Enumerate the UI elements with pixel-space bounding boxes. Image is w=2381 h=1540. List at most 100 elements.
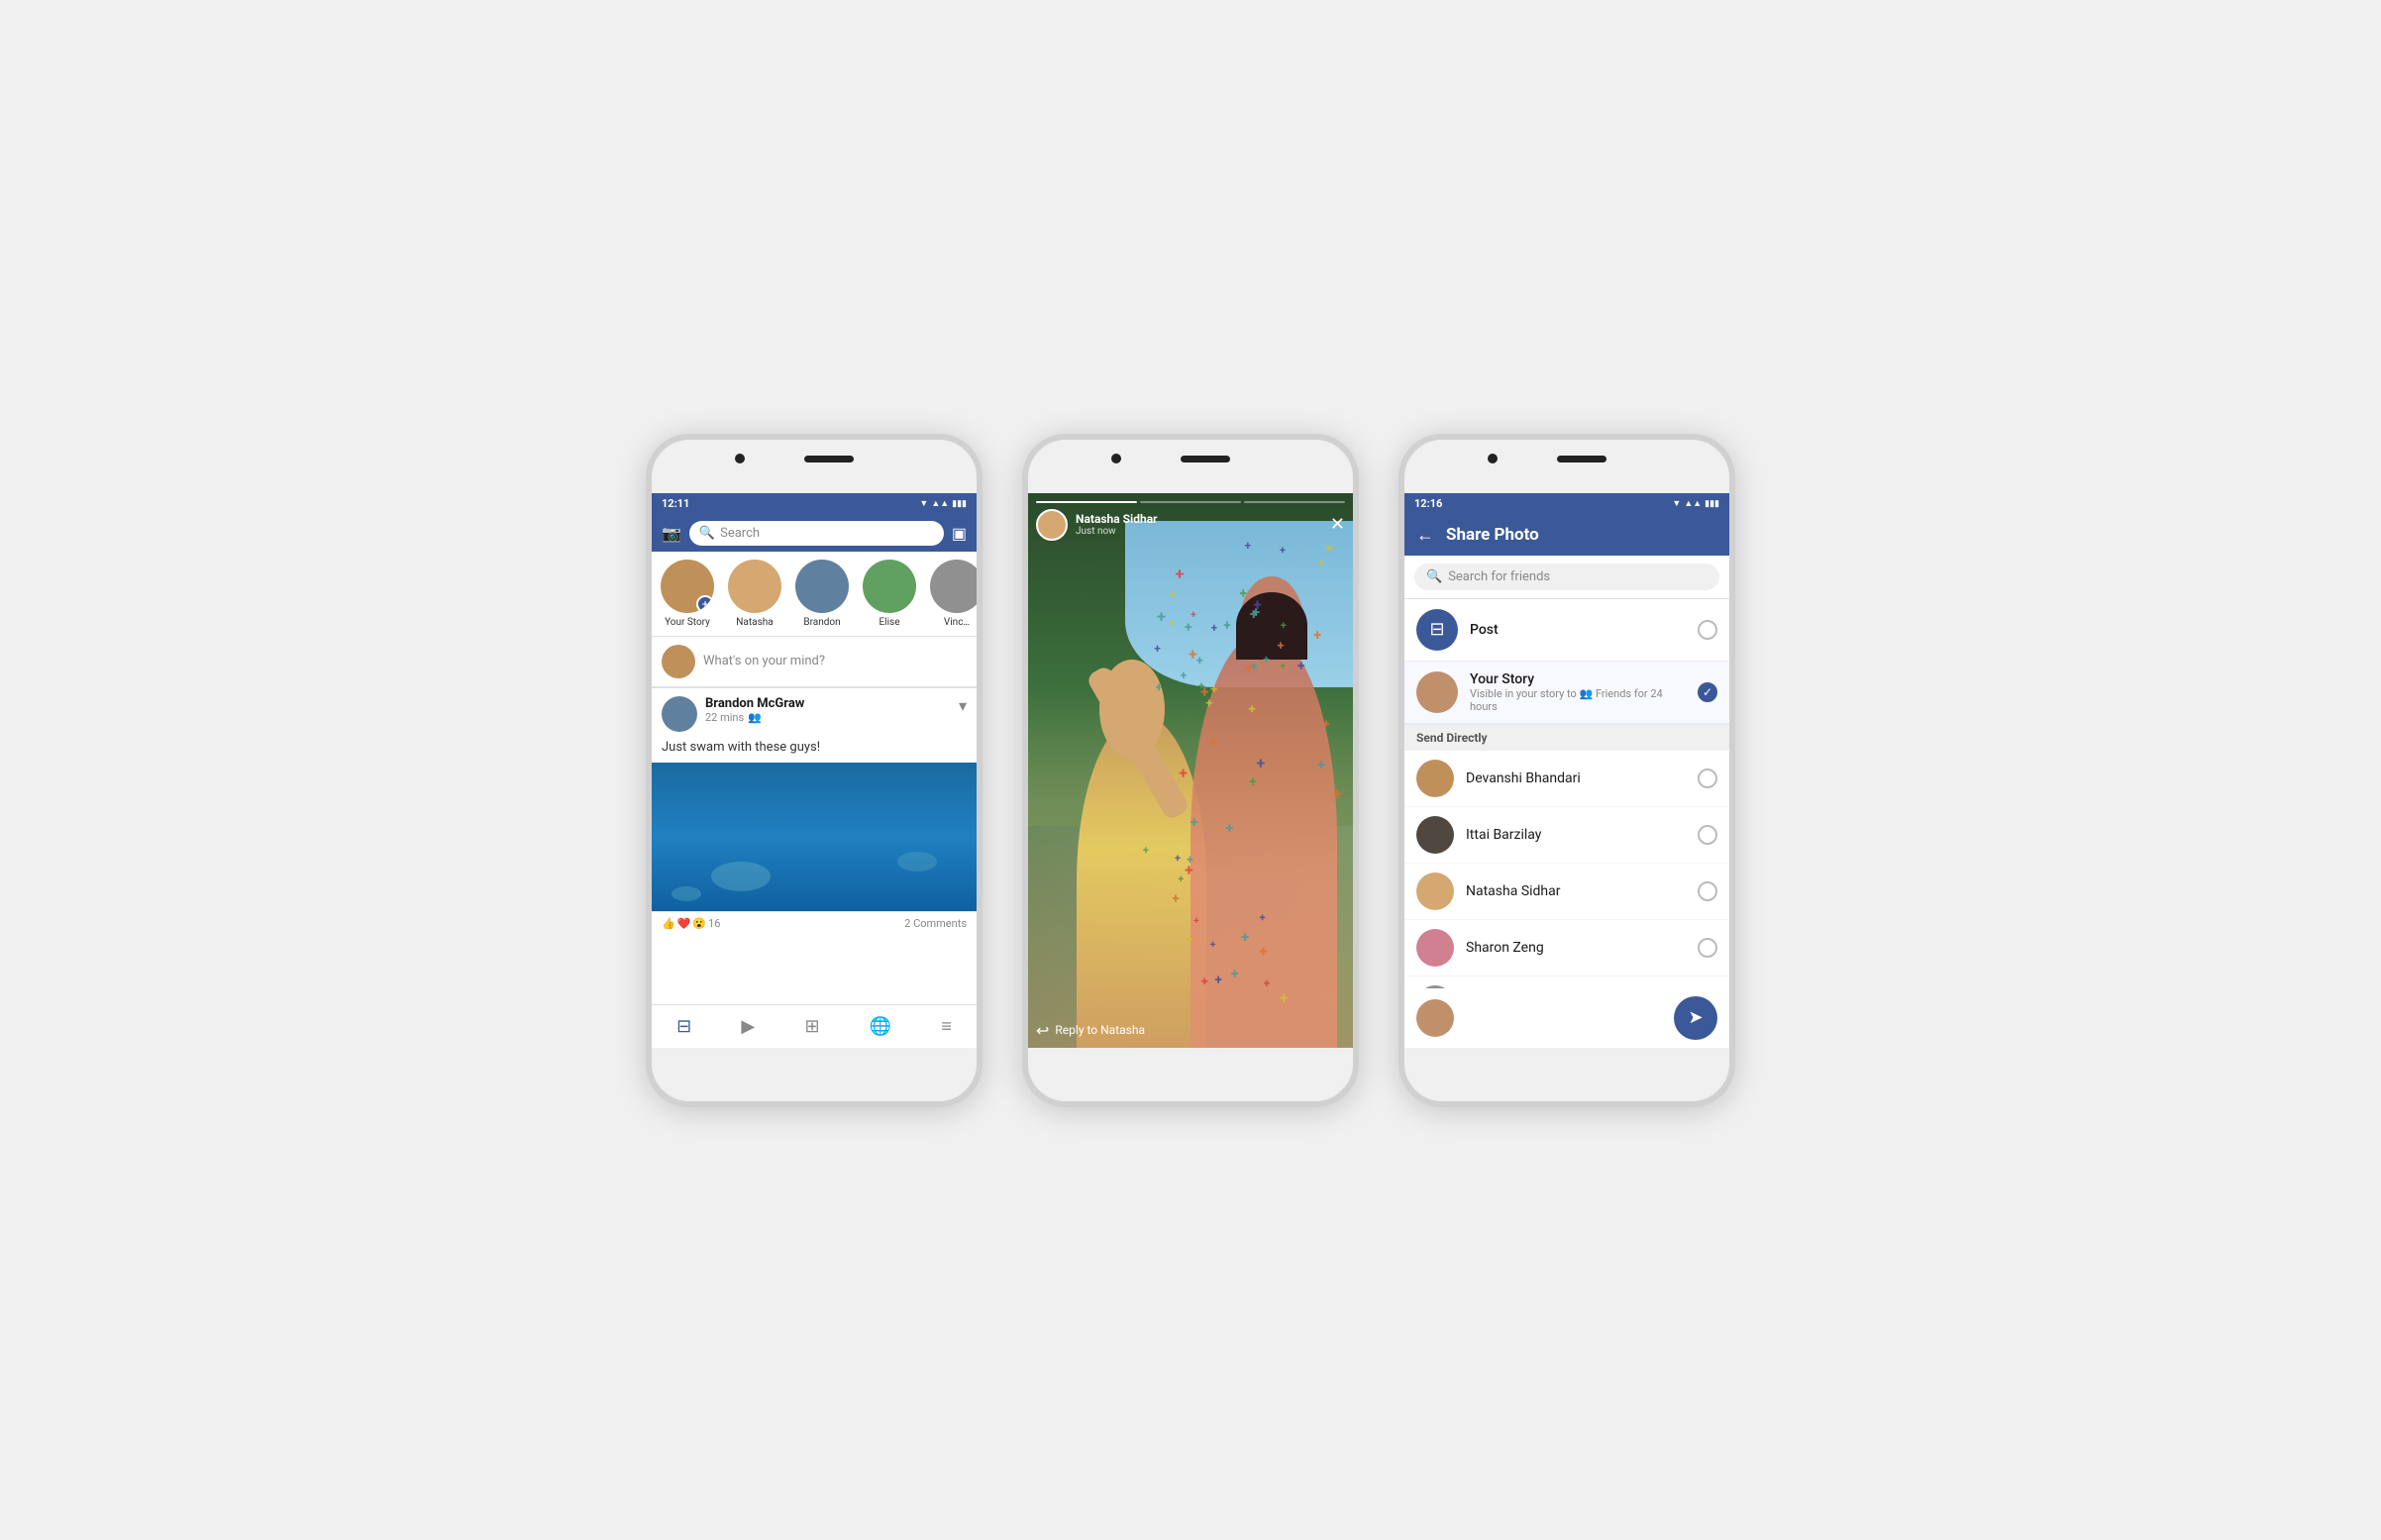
post-audience-icon: 👥 [748,711,762,724]
signal-icon: ▼ [919,498,928,509]
messenger-icon[interactable]: ▣ [952,524,967,543]
sender-avatar [1416,999,1454,1037]
friend-name-2: Natasha Sidhar [1466,883,1686,899]
story-reply-bar[interactable]: ↩ Reply to Natasha [1036,1021,1345,1040]
screen-3: 12:16 ▼ ▲▲ ▮▮▮ ← Share Photo 🔍 Search fo… [1404,493,1729,1048]
friend-radio-3[interactable] [1698,938,1717,958]
story-option-sub: Visible in your story to 👥 Friends for 2… [1470,687,1686,713]
post-author-name: Brandon McGraw [705,696,804,711]
friend-item-2[interactable]: Natasha Sidhar [1404,864,1729,920]
story-item-4[interactable]: Vinc… [927,560,977,628]
post-more-icon[interactable]: ▾ [959,696,967,715]
status-time-1: 12:11 [662,497,689,510]
reaction-count: 16 [708,917,720,930]
share-header: ← Share Photo [1404,515,1729,556]
friend-avatar-0 [1416,760,1454,797]
wom-avatar [662,645,695,678]
fish-shape-1 [711,862,771,891]
like-icon: 👍 [662,917,675,930]
post-radio[interactable] [1698,620,1717,640]
post-reactions: 👍 ❤️ 😮 16 2 Comments [652,911,977,935]
friend-avatar-1 [1416,816,1454,854]
share-option-story[interactable]: Your Story Visible in your story to 👥 Fr… [1404,662,1729,725]
phone-share: 12:16 ▼ ▲▲ ▮▮▮ ← Share Photo 🔍 Search fo… [1398,434,1735,1107]
person2-body [1190,632,1337,1048]
nav-home-icon[interactable]: ⊟ [676,1016,691,1037]
friend-radio-1[interactable] [1698,825,1717,845]
bottom-nav-1: ⊟ ▶ ⊞ 🌐 ≡ [652,1004,977,1048]
story-name-4: Vinc… [944,617,970,628]
post-header: Brandon McGraw 22 mins 👥 ▾ [652,688,977,740]
story-user-time: Just now [1076,526,1158,537]
status-icons-1: ▼ ▲▲ ▮▮▮ [919,498,967,509]
status-bar-3: 12:16 ▼ ▲▲ ▮▮▮ [1404,493,1729,515]
friend-avatar-2 [1416,873,1454,910]
nav-menu-icon[interactable]: ≡ [941,1016,952,1037]
share-option-post[interactable]: ⊟ Post [1404,599,1729,662]
share-bottom: ➤ [1404,988,1729,1048]
phone-bottom-1 [652,1048,977,1101]
progress-3 [1244,501,1345,503]
friend-item-1[interactable]: Ittai Barzilay [1404,807,1729,864]
wifi-icon-3: ▲▲ [1684,498,1702,509]
person2-hair [1236,592,1307,659]
story-viewer: ++++++++++++++++++++++++++++++++++++++++… [1028,493,1353,1048]
phone-top-2 [1028,440,1353,493]
post-author-avatar [662,696,697,732]
status-time-3: 12:16 [1414,497,1442,510]
story-avatar-1 [728,560,781,613]
story-user-avatar [1036,509,1068,541]
speaker-3 [1557,456,1606,462]
post-card: Brandon McGraw 22 mins 👥 ▾ Just swam wit… [652,687,977,935]
story-item-2[interactable]: Brandon [792,560,852,628]
story-item-1[interactable]: Natasha [725,560,784,628]
phone-bottom-3 [1404,1048,1729,1101]
friend-name-0: Devanshi Bhandari [1466,770,1686,786]
story-item-0[interactable]: + Your Story [658,560,717,628]
search-input-container[interactable]: 🔍 Search [689,521,944,546]
story-close-icon[interactable]: ✕ [1330,514,1345,535]
progress-1 [1036,501,1137,503]
camera-icon[interactable]: 📷 [662,524,681,543]
fb-search-bar: 📷 🔍 Search ▣ [652,515,977,552]
story-option-label: Your Story [1470,671,1686,687]
nav-play-icon[interactable]: ▶ [741,1016,755,1037]
friend-name-3: Sharon Zeng [1466,940,1686,956]
back-icon[interactable]: ← [1416,525,1434,546]
friend-name-1: Ittai Barzilay [1466,827,1686,843]
comments-count: 2 Comments [904,917,967,930]
send-button[interactable]: ➤ [1674,996,1717,1040]
phone-top-1 [652,440,977,493]
share-title: Share Photo [1446,525,1539,545]
wom-text: What's on your mind? [703,654,825,668]
friend-item-0[interactable]: Devanshi Bhandari [1404,751,1729,807]
nav-globe-icon[interactable]: 🌐 [870,1016,891,1037]
whats-on-mind[interactable]: What's on your mind? [652,637,977,687]
signal-icon-3: ▼ [1672,498,1681,509]
reply-text: Reply to Natasha [1055,1023,1145,1037]
reaction-icons: 👍 ❤️ 😮 16 [662,917,720,930]
stories-row: + Your Story Natasha Brandon Elise Vinc… [652,552,977,637]
post-image [652,763,977,911]
camera-dot-1 [735,454,745,463]
send-directly-label: Send Directly [1404,725,1729,751]
search-icon-3: 🔍 [1426,569,1442,584]
status-icons-3: ▼ ▲▲ ▮▮▮ [1672,498,1719,509]
post-option-label: Post [1470,622,1686,638]
story-progress-bars [1036,501,1345,503]
story-radio[interactable]: ✓ [1698,682,1717,702]
friend-search-input[interactable]: 🔍 Search for friends [1414,564,1719,590]
speaker-1 [804,456,854,462]
friend-radio-2[interactable] [1698,881,1717,901]
post-meta: 22 mins 👥 [705,711,804,724]
phone-feed: 12:11 ▼ ▲▲ ▮▮▮ 📷 🔍 Search ▣ + Your Story [646,434,983,1107]
share-search[interactable]: 🔍 Search for friends [1404,556,1729,599]
post-time: 22 mins [705,711,744,724]
story-user-text: Natasha Sidhar Just now [1076,512,1158,537]
friend-item-3[interactable]: Sharon Zeng [1404,920,1729,976]
story-item-3[interactable]: Elise [860,560,919,628]
camera-dot-3 [1488,454,1498,463]
friend-radio-0[interactable] [1698,769,1717,788]
love-icon: ❤️ [677,917,691,930]
nav-store-icon[interactable]: ⊞ [804,1016,819,1037]
